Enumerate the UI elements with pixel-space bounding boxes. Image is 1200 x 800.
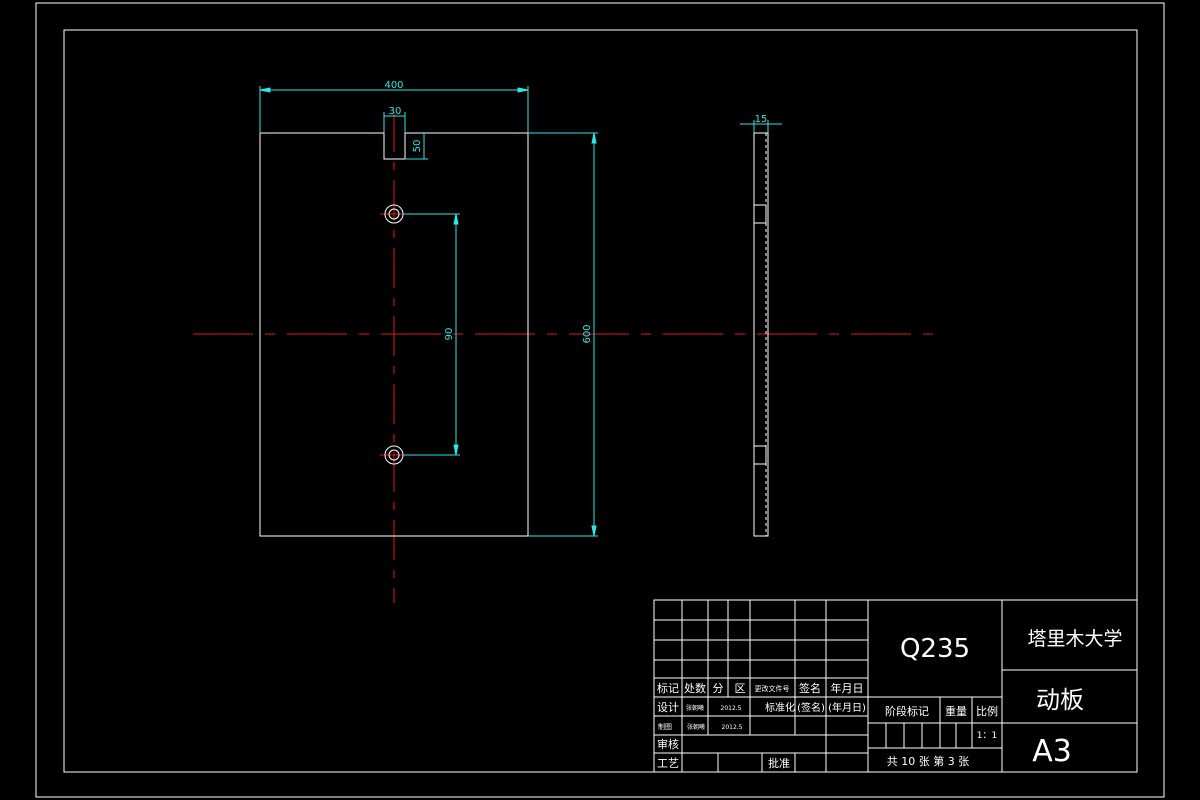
- dim-height-arrow-top: [591, 132, 597, 144]
- header-sign: 签名: [799, 681, 821, 695]
- header-change-doc: 更改文件号: [755, 684, 790, 693]
- drawing-date: 2012.5: [722, 724, 743, 731]
- sheet-size: A3: [1032, 734, 1072, 769]
- drawing-name: 张朝曦: [687, 723, 705, 731]
- dim-thickness-text: 15: [755, 114, 768, 125]
- centerlines: [193, 112, 945, 603]
- sheet-inner-border: [63, 29, 1138, 773]
- dim-width-arrow-right: [517, 87, 529, 93]
- side-hole-bottom: [753, 445, 767, 465]
- signature-label: (签名): [797, 701, 825, 714]
- drawing-canvas: 400 30 50 600 90 15 Q235 塔里木大学 动板 A3 标记 …: [35, 2, 1165, 798]
- header-count: 处数: [684, 682, 706, 695]
- side-hole-top: [753, 204, 767, 224]
- design-label: 设计: [657, 701, 679, 714]
- sheets-count: 共 10 张 第 3 张: [887, 754, 969, 768]
- review-label: 审核: [657, 737, 679, 751]
- header-zone: 区: [735, 682, 746, 695]
- date-label: (年月日): [828, 701, 866, 714]
- dim-height-arrow-bottom: [591, 525, 597, 537]
- dim-spacing-text: 90: [444, 328, 455, 341]
- dimensions: [259, 86, 782, 537]
- dim-height-text: 600: [582, 324, 593, 343]
- dim-width-text: 400: [384, 80, 403, 91]
- design-date: 2012.5: [721, 705, 742, 712]
- material-text: Q235: [900, 634, 970, 664]
- stage-mark-label: 阶段标记: [885, 704, 929, 718]
- weight-label: 重量: [945, 704, 967, 718]
- school-name: 塔里木大学: [1027, 628, 1122, 650]
- drawing-label: 制图: [658, 722, 672, 731]
- dim-spacing-arrow-top: [453, 213, 459, 225]
- header-date: 年月日: [831, 681, 864, 695]
- design-name: 张朝曦: [686, 704, 704, 712]
- process-label: 工艺: [657, 757, 679, 770]
- dim-slot-width-text: 30: [389, 106, 402, 117]
- sheet-outer-border: [35, 2, 1165, 798]
- standard-label: 标准化: [765, 701, 795, 714]
- approve-label: 批准: [768, 756, 790, 770]
- header-div: 分: [713, 682, 724, 695]
- dim-spacing-arrow-bottom: [453, 444, 459, 456]
- dim-slot-depth-text: 50: [412, 140, 423, 153]
- scale-label: 比例: [976, 704, 998, 718]
- part-name: 动板: [1036, 686, 1084, 714]
- header-mark: 标记: [657, 681, 679, 695]
- dim-width-arrow-left: [259, 87, 271, 93]
- scale-value: 1：1: [977, 731, 997, 741]
